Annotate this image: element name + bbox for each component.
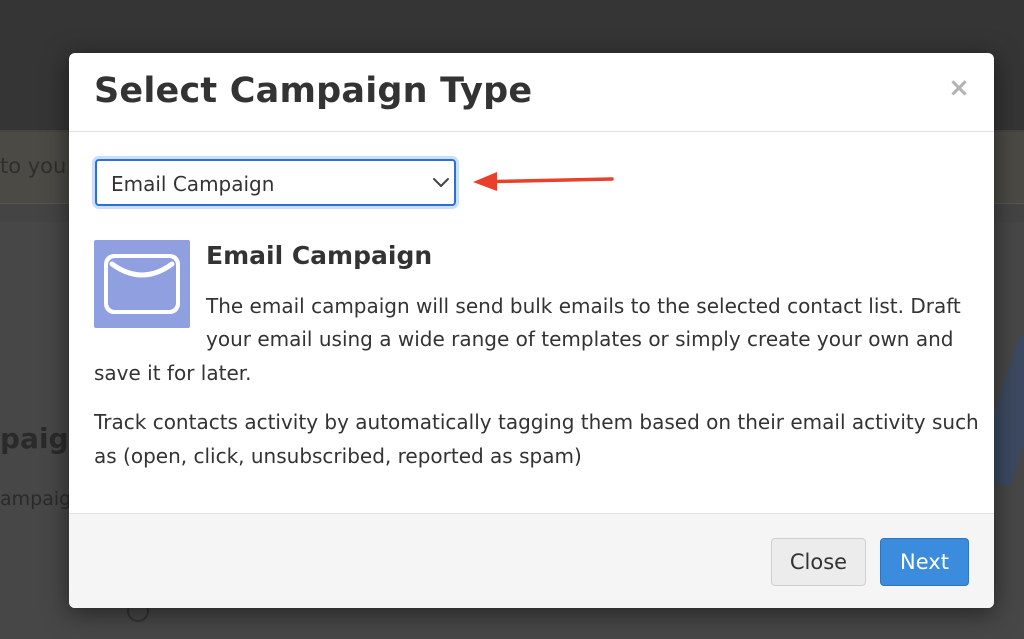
close-icon[interactable]: × [947, 73, 971, 103]
background-subtext: ampaig [0, 488, 72, 510]
next-button[interactable]: Next [880, 538, 969, 586]
description-line: your email using a wide range of templat… [206, 327, 954, 351]
modal-header: Select Campaign Type × [69, 53, 994, 132]
campaign-type-select[interactable]: Email Campaign [95, 159, 456, 206]
modal-title: Select Campaign Type [94, 71, 533, 111]
tracking-line: Track contacts activity by automatically… [94, 410, 979, 434]
description-line: The email campaign will send bulk emails… [206, 294, 961, 318]
close-button[interactable]: Close [771, 538, 866, 586]
select-value: Email Campaign [111, 172, 275, 196]
description-line: save it for later. [94, 361, 252, 385]
tracking-line: as (open, click, unsubscribed, reported … [94, 444, 582, 468]
chevron-down-icon [433, 178, 449, 187]
campaign-type-modal: Select Campaign Type × Email Campaign Em… [69, 53, 994, 608]
campaign-type-title: Email Campaign [206, 241, 433, 270]
background-notice-text: to you [0, 154, 67, 178]
annotation-arrow [473, 172, 614, 191]
envelope-icon [94, 240, 190, 328]
modal-footer: Close Next [69, 513, 994, 608]
